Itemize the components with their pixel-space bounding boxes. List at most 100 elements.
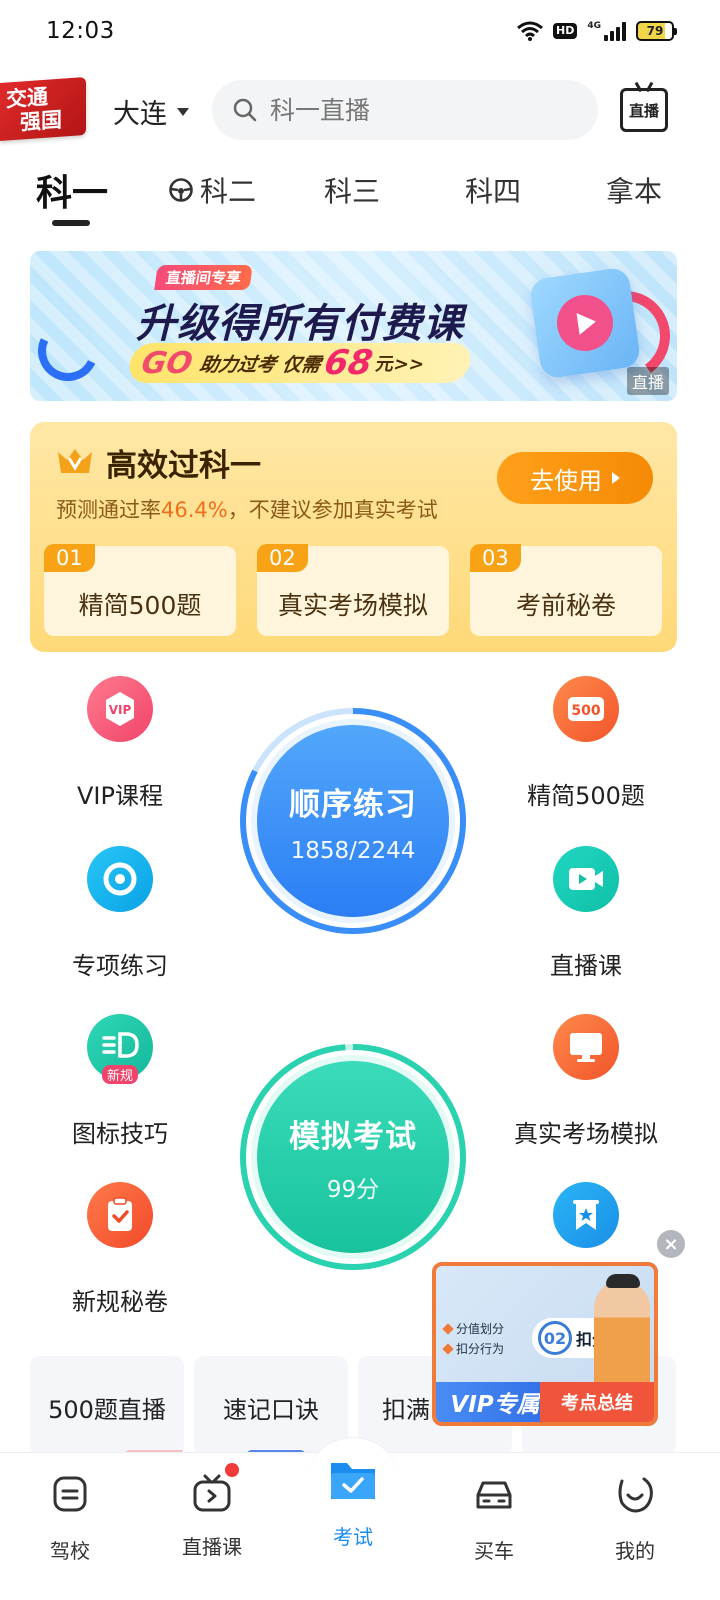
hd-badge: HD xyxy=(553,23,578,39)
diamond-bullet-icon xyxy=(442,1342,454,1355)
nav-exam[interactable]: 考试 xyxy=(303,1457,403,1550)
city-selector[interactable]: 大连 xyxy=(113,92,189,131)
bottom-navigation: 驾校 直播课 考试 买车 我的 xyxy=(0,1437,720,1600)
banner-go: GO xyxy=(138,345,196,381)
monitor-icon xyxy=(553,1014,619,1080)
step-number: 02 xyxy=(257,544,308,572)
quick-card-mnemonics[interactable]: 速记口诀 xyxy=(194,1356,348,1456)
wifi-icon xyxy=(517,21,543,41)
battery-level: 79 xyxy=(646,24,664,38)
nav-label: 驾校 xyxy=(50,1539,90,1563)
diamond-bullet-icon xyxy=(442,1322,454,1335)
real-exam-entry[interactable]: 真实考场模拟 xyxy=(501,1014,671,1149)
desc-suffix: ，不建议参加真实考试 xyxy=(227,498,438,522)
mock-exam-button[interactable]: 模拟考试 99分 xyxy=(240,1044,466,1270)
tab-subject-one[interactable]: 科一 xyxy=(36,164,108,216)
order-practice-core: 顺序练习 1858/2244 xyxy=(257,725,449,917)
smile-face-icon xyxy=(618,1477,653,1513)
quick-card-label: 500题直播 xyxy=(48,1396,166,1424)
banner-subtitle: GO 助力过考 仅需 68 元>> xyxy=(126,343,474,383)
tab-label: 科四 xyxy=(465,175,522,208)
banner-decoration xyxy=(30,312,107,390)
sign-tips-entry[interactable]: 新规 图标技巧 xyxy=(35,1014,205,1149)
bookmark-star-icon xyxy=(553,1182,619,1248)
tab-label: 拿本 xyxy=(606,175,663,208)
tab-subject-two[interactable]: 科二 xyxy=(168,170,256,210)
nav-live-course[interactable]: 直播课 xyxy=(162,1463,262,1560)
live-tv-nav-icon xyxy=(191,1463,239,1515)
step-card-simplified-500[interactable]: 01 精简500题 xyxy=(44,544,236,636)
icon-500-text: 500 xyxy=(571,703,600,719)
banner-live-tag: 直播 xyxy=(626,367,669,395)
app-logo[interactable]: 交通 强国 xyxy=(0,76,86,142)
step-card-secret-paper[interactable]: 03 考前秘卷 xyxy=(470,544,662,636)
step-number: 01 xyxy=(44,544,95,572)
quick-card-label: 速记口诀 xyxy=(223,1396,319,1424)
tab-label: 科二 xyxy=(200,175,257,208)
floating-video-player[interactable]: 分值划分 扣分行为 02 扣分分值 VIP专属 考点总结 xyxy=(432,1262,658,1426)
live-tv-icon[interactable]: 直播 xyxy=(620,88,668,132)
simplified-500-entry[interactable]: 500 精简500题 xyxy=(501,676,671,811)
banner-sub-text: 助力过考 仅需 xyxy=(197,353,323,376)
step-card-real-exam[interactable]: 02 真实考场模拟 xyxy=(257,544,449,636)
new-secret-paper-entry[interactable]: 新规秘卷 xyxy=(35,1182,205,1317)
notification-dot xyxy=(225,1463,239,1477)
vip-course-entry[interactable]: VIP VIP课程 xyxy=(35,676,205,811)
sign-tips-label: 图标技巧 xyxy=(72,1120,168,1148)
target-icon xyxy=(87,846,153,912)
nav-label: 买车 xyxy=(474,1539,514,1563)
tab-subject-three[interactable]: 科三 xyxy=(324,170,380,210)
nav-label: 我的 xyxy=(615,1539,655,1563)
nav-label: 直播课 xyxy=(182,1535,242,1559)
special-practice-entry[interactable]: 专项练习 xyxy=(35,846,205,981)
tab-subject-four[interactable]: 科四 xyxy=(465,170,521,210)
desc-prefix: 预测通过率 xyxy=(56,498,161,522)
video-line1: 分值划分 xyxy=(442,1320,505,1337)
tab-get-license[interactable]: 拿本 xyxy=(606,170,662,210)
step-label: 考前秘卷 xyxy=(515,591,616,620)
nav-driving-school[interactable]: 驾校 xyxy=(20,1473,120,1564)
banner-unit: 元>> xyxy=(373,354,426,375)
nav-buy-car[interactable]: 买车 xyxy=(444,1473,544,1564)
status-icons: HD 4G 79 xyxy=(517,21,677,41)
key-points-summary-tag: 考点总结 xyxy=(540,1382,654,1422)
search-input[interactable] xyxy=(270,95,560,125)
signal-icon: 4G xyxy=(587,21,626,41)
subject-tabs: 科一 科二 科三 科四 拿本 xyxy=(0,170,720,230)
mock-exam-core: 模拟考试 99分 xyxy=(257,1061,449,1253)
promo-banner[interactable]: 直播间专享 升级得所有付费课 GO 助力过考 仅需 68 元>> 直播 xyxy=(30,251,677,401)
vip-icon-text: VIP xyxy=(109,703,132,717)
search-bar[interactable] xyxy=(212,80,598,140)
use-button[interactable]: 去使用 xyxy=(497,452,653,504)
efficient-pass-card: 高效过科一 预测通过率46.4%，不建议参加真实考试 去使用 01 精简500题… xyxy=(30,422,677,652)
banner-price: 68 xyxy=(321,343,376,383)
vip-course-label: VIP课程 xyxy=(77,782,163,810)
active-tab-underline xyxy=(52,220,90,226)
crown-icon xyxy=(58,449,92,473)
video-line2-text: 扣分行为 xyxy=(456,1342,505,1356)
step-label: 精简500题 xyxy=(78,591,202,620)
new-secret-paper-label: 新规秘卷 xyxy=(72,1288,168,1316)
tab-label: 科三 xyxy=(324,175,381,208)
close-icon[interactable]: × xyxy=(657,1230,685,1258)
nav-profile[interactable]: 我的 xyxy=(585,1473,685,1564)
play-icon xyxy=(528,266,642,380)
live-course-label: 直播课 xyxy=(550,952,622,980)
quick-card-500-live[interactable]: 500题直播 xyxy=(30,1356,184,1456)
header: 交通 强国 大连 直播 xyxy=(0,76,720,144)
video-camera-icon xyxy=(553,846,619,912)
logo-line2: 强国 xyxy=(20,107,62,135)
order-practice-button[interactable]: 顺序练习 1858/2244 xyxy=(240,708,466,934)
live-course-entry[interactable]: 直播课 xyxy=(501,846,671,981)
500-questions-icon: 500 xyxy=(553,676,619,742)
video-line1-text: 分值划分 xyxy=(456,1322,505,1336)
order-practice-title: 顺序练习 xyxy=(289,786,417,823)
exam-folder-icon xyxy=(331,1463,375,1499)
step-label: 真实考场模拟 xyxy=(277,591,428,620)
driving-school-icon xyxy=(53,1476,87,1512)
favorites-entry[interactable] xyxy=(501,1182,671,1248)
status-time: 12:03 xyxy=(46,18,115,44)
card-title: 高效过科一 xyxy=(106,448,261,484)
network-label: 4G xyxy=(587,21,601,31)
chevron-down-icon xyxy=(177,107,189,116)
